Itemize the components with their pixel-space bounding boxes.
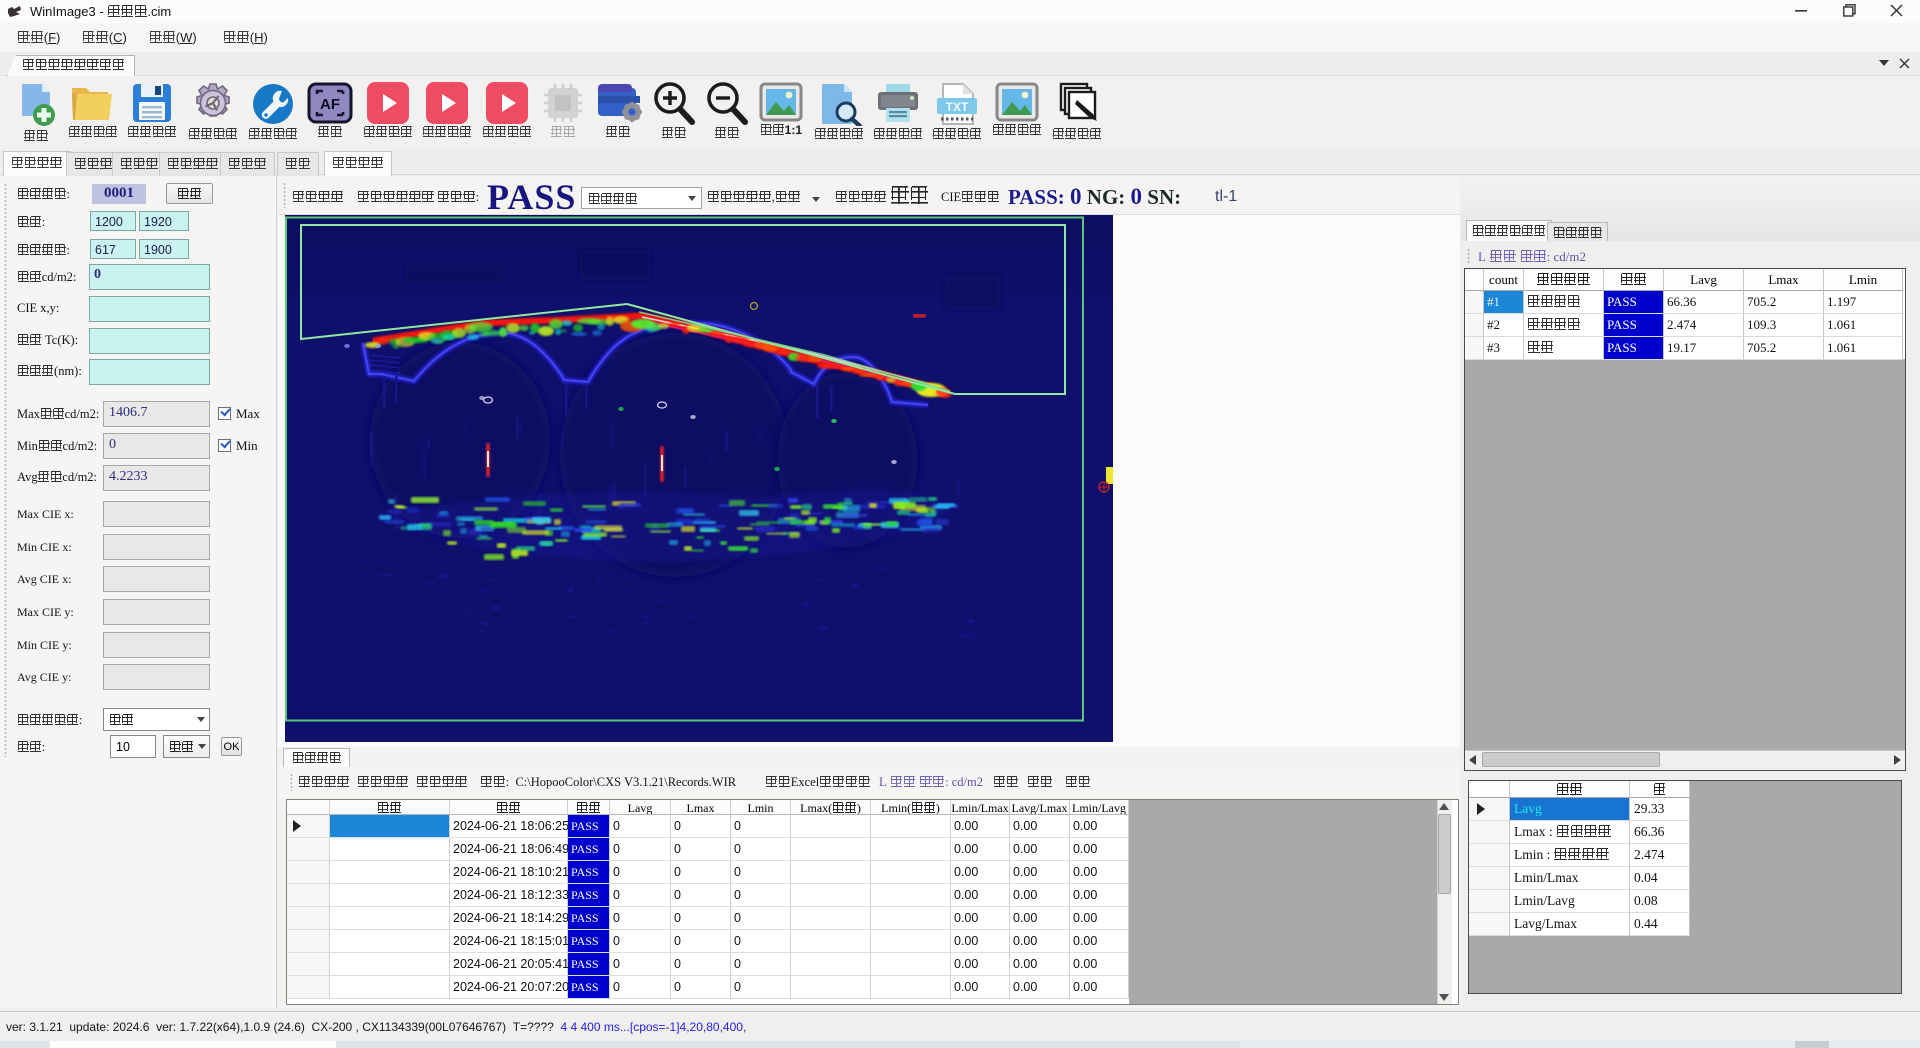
svg-text:AF: AF xyxy=(320,96,340,113)
svg-text:TXT: TXT xyxy=(946,100,969,114)
